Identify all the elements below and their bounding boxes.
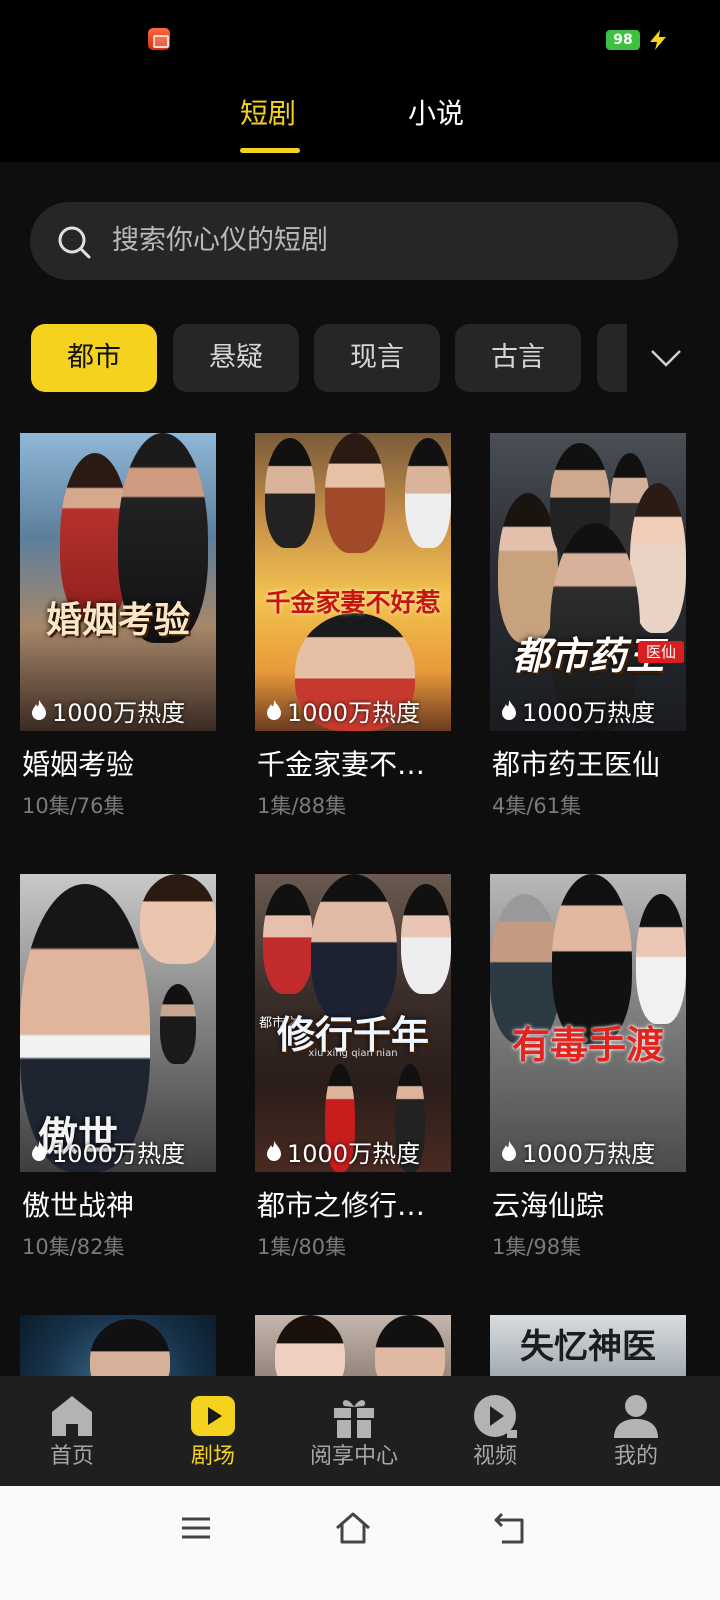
menu-icon[interactable] [176, 1508, 216, 1548]
nav-label: 剧场 [190, 1444, 235, 1469]
heat-count: 1000万热度 [52, 1139, 186, 1168]
heat-count: 1000万热度 [287, 1139, 421, 1168]
poster-pinyin: xiu xing qian nian [308, 1048, 398, 1059]
drama-title[interactable]: 傲世战神 [22, 1186, 218, 1226]
search-placeholder: 搜索你心仪的短剧 [112, 225, 328, 256]
drama-title[interactable]: 千金家妻不… [257, 745, 453, 785]
active-tab-indicator [240, 148, 300, 153]
battery-indicator: 98 [606, 30, 640, 50]
back-icon[interactable] [490, 1508, 530, 1548]
flame-icon [267, 700, 281, 720]
heat-count: 1000万热度 [52, 698, 186, 727]
flame-icon [32, 700, 46, 720]
poster-title-text: 失忆神医 [520, 1327, 656, 1367]
drama-title[interactable]: 云海仙踪 [492, 1186, 688, 1226]
chevron-down-icon[interactable] [648, 340, 684, 376]
poster-badge: 医仙 [638, 641, 684, 663]
bottom-nav: 首页 剧场 阅享中心 视频 我的 [0, 1376, 720, 1486]
heat-badge: 1000万热度 [30, 693, 185, 727]
nav-reading-center[interactable]: 阅享中心 [282, 1376, 426, 1486]
main-content: 搜索你心仪的短剧 都市 悬疑 现言 古言 婚姻考验 1000万热度 婚姻考验 1… [0, 162, 720, 1386]
tab-novel[interactable]: 小说 [408, 94, 464, 134]
heat-badge: 1000万热度 [500, 1134, 655, 1168]
episode-progress: 4集/61集 [492, 794, 582, 818]
flame-icon [267, 1141, 281, 1161]
category-chip-modern-romance[interactable]: 现言 [314, 324, 440, 392]
poster-title-text: 有毒手渡 [511, 1022, 664, 1067]
drama-poster[interactable]: 傲世 1000万热度 [20, 874, 216, 1172]
category-chip-ancient-romance[interactable]: 古言 [455, 324, 581, 392]
heat-count: 1000万热度 [522, 698, 656, 727]
episode-progress: 1集/88集 [257, 794, 347, 818]
poster-title-text: 千金家妻不好惹 [265, 588, 441, 617]
home-button-icon[interactable] [333, 1508, 373, 1548]
category-chip-more[interactable] [597, 324, 627, 392]
heat-count: 1000万热度 [287, 698, 421, 727]
video-icon [474, 1395, 517, 1438]
drama-poster[interactable]: 都市之 修行千年 xiu xing qian nian 1000万热度 [255, 874, 451, 1172]
app-notification-icon [148, 28, 170, 50]
search-icon [58, 226, 91, 259]
heat-badge: 1000万热度 [500, 693, 655, 727]
drama-poster[interactable]: 千金家妻不好惹 1000万热度 [255, 433, 451, 731]
drama-poster[interactable]: 有毒手渡 1000万热度 [490, 874, 686, 1172]
play-icon [191, 1396, 235, 1436]
episode-progress: 1集/80集 [257, 1235, 347, 1259]
drama-poster[interactable]: 婚姻考验 1000万热度 [20, 433, 216, 731]
nav-label: 阅享中心 [309, 1444, 398, 1469]
nav-theater[interactable]: 剧场 [141, 1376, 285, 1486]
nav-label: 我的 [613, 1444, 658, 1469]
heat-count: 1000万热度 [522, 1139, 656, 1168]
drama-title[interactable]: 婚姻考验 [22, 745, 218, 785]
status-bar: 98 [0, 0, 720, 80]
category-chip-urban[interactable]: 都市 [31, 324, 157, 392]
system-navigation-bar [0, 1486, 720, 1600]
nav-home[interactable]: 首页 [0, 1376, 144, 1486]
flame-icon [502, 1141, 516, 1161]
nav-profile[interactable]: 我的 [564, 1376, 708, 1486]
episode-progress: 10集/76集 [22, 794, 125, 818]
nav-video[interactable]: 视频 [423, 1376, 567, 1486]
gift-icon [334, 1400, 374, 1438]
flame-icon [502, 700, 516, 720]
home-icon [52, 1396, 92, 1436]
nav-label: 视频 [472, 1444, 517, 1469]
heat-badge: 1000万热度 [265, 1134, 420, 1168]
tab-short-drama[interactable]: 短剧 [240, 94, 296, 134]
drama-title[interactable]: 都市之修行… [257, 1186, 453, 1226]
flame-icon [32, 1141, 46, 1161]
nav-label: 首页 [49, 1444, 94, 1469]
drama-poster[interactable]: 都市药王 医仙 1000万热度 [490, 433, 686, 731]
episode-progress: 1集/98集 [492, 1235, 582, 1259]
drama-title[interactable]: 都市药王医仙 [492, 745, 688, 785]
charging-icon [650, 30, 666, 50]
search-bar[interactable]: 搜索你心仪的短剧 [30, 202, 678, 280]
episode-progress: 10集/82集 [22, 1235, 125, 1259]
poster-title-text: 婚姻考验 [45, 599, 190, 641]
profile-icon [614, 1395, 658, 1438]
top-tabs: 短剧 小说 [0, 80, 720, 162]
heat-badge: 1000万热度 [265, 693, 420, 727]
heat-badge: 1000万热度 [30, 1134, 185, 1168]
category-chip-suspense[interactable]: 悬疑 [173, 324, 299, 392]
